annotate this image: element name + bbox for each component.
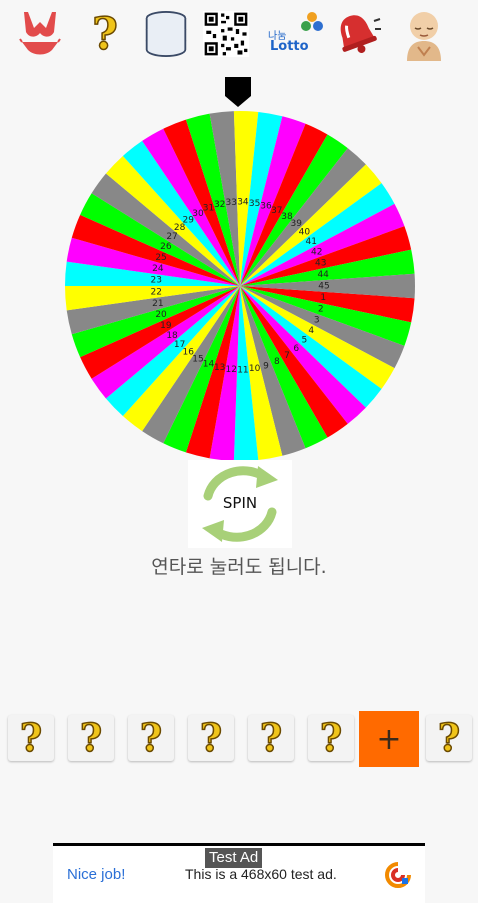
add-slot-button[interactable]: + [359, 711, 419, 767]
wheel-pointer [225, 77, 251, 107]
wheel-number-label: 24 [152, 264, 164, 274]
wheel-number-label: 34 [237, 198, 249, 208]
slot-value: ? [259, 715, 283, 760]
wheel-number-label: 42 [311, 247, 322, 257]
slot-value: ? [199, 715, 223, 760]
number-slot[interactable]: ? [188, 715, 234, 761]
wheel-number-label: 2 [318, 305, 324, 315]
wheel-number-label: 17 [174, 340, 185, 350]
wheel-number-label: 33 [225, 198, 236, 208]
wheel-number-label: 19 [160, 321, 172, 331]
wheel-number-label: 11 [237, 365, 248, 375]
lotto-wheel[interactable]: 1234567891011121314151617181920212223242… [65, 111, 415, 461]
wheel-number-label: 4 [308, 326, 314, 336]
wheel-number-label: 1 [320, 293, 326, 303]
ad-headline: Nice job! [67, 866, 126, 883]
wheel-number-label: 27 [166, 232, 177, 242]
lotto-logo-icon[interactable]: 나눔 Lotto [266, 6, 326, 62]
bikini-icon[interactable] [17, 6, 63, 62]
ad-tag: Test Ad [205, 848, 263, 868]
top-toolbar: ? 나눔 Lotto [0, 0, 478, 70]
slot-value: ? [19, 715, 43, 760]
spin-button[interactable]: SPIN [188, 460, 292, 548]
wheel-number-label: 23 [150, 276, 161, 286]
ad-logo-icon [385, 862, 411, 888]
wheel-number-label: 20 [155, 310, 167, 320]
wheel-number-label: 14 [203, 359, 215, 369]
wheel-number-label: 6 [293, 344, 299, 354]
wheel-number-label: 25 [155, 253, 166, 263]
hint-text: 연타로 눌러도 됩니다. [151, 556, 327, 578]
qr-code-icon[interactable] [203, 6, 249, 62]
wheel-number-label: 22 [150, 287, 161, 297]
wheel-number-label: 7 [284, 351, 290, 361]
number-slot[interactable]: ? [128, 715, 174, 761]
number-slot[interactable]: ? [68, 715, 114, 761]
wheel-number-label: 44 [317, 270, 329, 280]
wheel-number-label: 32 [214, 200, 225, 210]
wheel-number-label: 45 [318, 282, 329, 292]
wheel-number-label: 41 [306, 237, 317, 247]
bell-icon[interactable] [330, 6, 382, 62]
ad-text: This is a 468x60 test ad. [185, 866, 337, 882]
wheel-number-label: 13 [214, 363, 225, 373]
wheel-number-label: 26 [160, 242, 172, 252]
wheel-number-label: 21 [152, 299, 163, 309]
monk-icon[interactable] [401, 6, 447, 62]
slot-value: ? [319, 715, 343, 760]
wheel-number-label: 12 [225, 365, 236, 375]
number-slots: ? ? ? ? ? ? + ? [0, 711, 478, 767]
slot-value: ? [139, 715, 163, 760]
ad-banner[interactable]: Test Ad Nice job! This is a 468x60 test … [53, 843, 425, 903]
wheel-number-label: 8 [274, 357, 280, 367]
wheel-number-label: 10 [249, 364, 261, 374]
spin-label: SPIN [222, 494, 258, 512]
question-mark-icon[interactable]: ? [82, 6, 128, 62]
wheel-number-label: 18 [166, 331, 178, 341]
wheel-number-label: 35 [249, 199, 260, 209]
slot-value: ? [79, 715, 103, 760]
number-slot[interactable]: ? [8, 715, 54, 761]
lotto-label: Lotto [270, 39, 309, 54]
wheel-number-label: 5 [301, 335, 307, 345]
database-icon[interactable] [143, 6, 189, 62]
number-slot[interactable]: ? [308, 715, 354, 761]
wheel-number-label: 31 [203, 204, 214, 214]
slot-value: ? [437, 715, 461, 760]
number-slot[interactable]: ? [426, 715, 472, 761]
wheel-number-label: 3 [314, 316, 320, 326]
wheel-number-label: 9 [263, 361, 269, 371]
wheel-number-label: 43 [315, 258, 326, 268]
number-slot[interactable]: ? [248, 715, 294, 761]
